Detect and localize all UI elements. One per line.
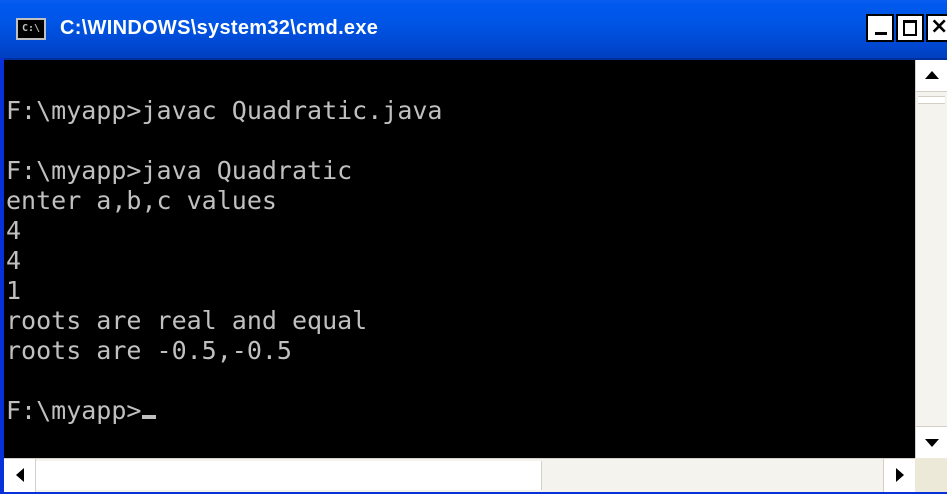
scroll-down-button[interactable] <box>916 426 947 458</box>
console-line: roots are -0.5,-0.5 <box>6 336 292 365</box>
arrow-down-icon <box>925 439 939 447</box>
console-line: 4 <box>6 246 22 275</box>
console-line: 1 <box>6 276 22 305</box>
close-button[interactable]: × <box>926 14 947 42</box>
scrollbar-corner <box>915 458 947 494</box>
minimize-button[interactable] <box>866 14 894 42</box>
scroll-right-button[interactable] <box>883 459 915 492</box>
console-line: 4 <box>6 216 22 245</box>
title-bar[interactable]: C:\ C:\WINDOWS\system32\cmd.exe × <box>0 0 947 60</box>
arrow-right-icon <box>896 468 904 482</box>
arrow-left-icon <box>16 468 24 482</box>
console-line: enter a,b,c values <box>6 186 277 215</box>
arrow-up-icon <box>925 71 939 79</box>
horizontal-scrollbar[interactable] <box>4 458 915 492</box>
vertical-scroll-thumb[interactable] <box>918 96 945 104</box>
vertical-scrollbar[interactable] <box>915 60 947 458</box>
window-title: C:\WINDOWS\system32\cmd.exe <box>60 17 379 39</box>
console-prompt-line[interactable]: F:\myapp> <box>6 396 443 426</box>
cmd-icon[interactable]: C:\ <box>16 18 46 40</box>
console-line: F:\myapp>java Quadratic <box>6 156 353 185</box>
scroll-up-button[interactable] <box>916 60 947 92</box>
text-cursor <box>142 415 157 419</box>
console-line: F:\myapp>javac Quadratic.java <box>6 96 443 125</box>
scroll-left-button[interactable] <box>4 459 36 492</box>
console-lines: F:\myapp>javac Quadratic.java F:\myapp>j… <box>6 66 443 426</box>
console-line: roots are real and equal <box>6 306 368 335</box>
horizontal-scroll-thumb[interactable] <box>36 461 542 490</box>
console-output[interactable]: F:\myapp>javac Quadratic.java F:\myapp>j… <box>4 60 915 458</box>
console-prompt: F:\myapp> <box>6 396 142 425</box>
close-icon: × <box>930 14 947 39</box>
maximize-button[interactable] <box>896 14 924 42</box>
